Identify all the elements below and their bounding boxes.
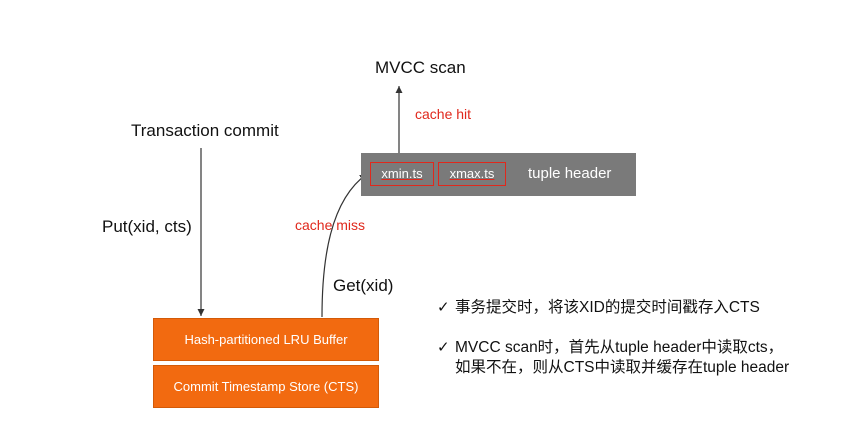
hash-lru-buffer-box: Hash-partitioned LRU Buffer [153,318,379,361]
mvcc-scan-label: MVCC scan [375,58,466,77]
check-icon: ✓ [437,299,450,316]
hash-lru-buffer-label: Hash-partitioned LRU Buffer [184,332,348,347]
get-label: Get(xid) [333,276,394,295]
note-1: ✓ 事务提交时，将该XID的提交时间戳存入CTS [437,298,760,318]
xmax-label: xmax.ts [449,166,495,181]
note-2: ✓ MVCC scan时，首先从tuple header中读取cts， 如果不在，… [437,338,789,378]
cts-store-label: Commit Timestamp Store (CTS) [173,379,359,394]
check-icon: ✓ [437,339,450,356]
xmax-field: xmax.ts [438,162,506,186]
cache-miss-label: cache miss [295,217,366,233]
xmin-label: xmin.ts [381,166,423,181]
xmin-field: xmin.ts [370,162,434,186]
note-1-line-1: 事务提交时，将该XID的提交时间戳存入CTS [455,299,760,316]
tuple-header-label: tuple header [528,165,612,182]
put-label: Put(xid, cts) [102,217,192,236]
note-2-line-2: 如果不在，则从CTS中读取并缓存在tuple header [455,359,790,376]
tuple-header-block: xmin.ts xmax.ts tuple header [361,153,636,196]
cache-hit-label: cache hit [415,106,472,122]
cts-store-box: Commit Timestamp Store (CTS) [153,365,379,408]
transaction-commit-label: Transaction commit [131,121,279,140]
note-2-line-1: MVCC scan时，首先从tuple header中读取cts， [455,339,784,356]
